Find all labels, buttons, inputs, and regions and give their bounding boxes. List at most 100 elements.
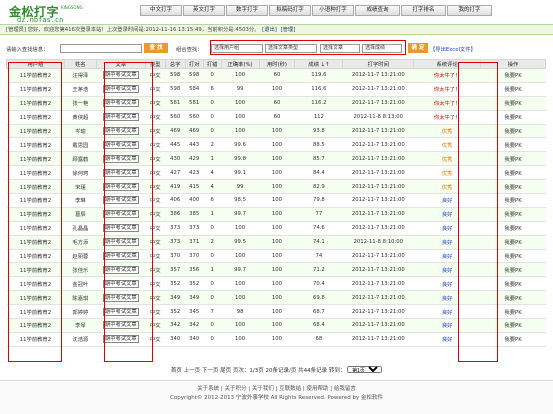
cell-total: 386 xyxy=(165,207,186,222)
cell-action[interactable]: 我要PK xyxy=(480,318,546,333)
table-row: 11学前教育2 王茅浩 期中考试文章 中文 598 584 6 99 100 116.6 2012-… xyxy=(6,82,546,97)
cell-correct: 342 xyxy=(185,318,204,333)
cell-accuracy: 99.1 xyxy=(221,165,260,181)
cell-name: 李琳 xyxy=(64,193,97,208)
cell-score: 68 xyxy=(294,332,343,347)
cell-time: 100 xyxy=(259,207,295,222)
cell-wrong: 0 xyxy=(203,318,222,333)
cell-article: 期中考试文章 xyxy=(96,96,146,111)
footer: 关于系统 | 关于积分 | 关于我们 | 互联数结 | 使用帮助 | 给我留言 … xyxy=(0,380,553,414)
cell-action[interactable]: 我要PK xyxy=(480,276,546,292)
nav-tab-minor-lang[interactable]: 小语种打字 xyxy=(312,5,354,16)
cell-correct: 443 xyxy=(185,137,204,153)
nav-tab-ranking[interactable]: 打字排名 xyxy=(401,5,446,16)
nav-tab-english[interactable]: 英文打字 xyxy=(183,5,225,16)
cell-wrong: 4 xyxy=(203,165,222,181)
page-jump-select[interactable]: 第1页 xyxy=(347,366,383,373)
cell-user-group: 11学前教育2 xyxy=(6,179,65,195)
cell-name: 毛方添 xyxy=(64,235,97,250)
site-logo[interactable]: 金松打字 KINGSONG dz.nbfas.cn xyxy=(9,3,129,25)
cell-action[interactable]: 我要PK xyxy=(480,207,546,222)
cell-action[interactable]: 我要PK xyxy=(480,221,546,236)
cell-article: 期中考试文章 xyxy=(96,221,146,236)
cell-wrong: 7 xyxy=(203,304,222,320)
cell-score: 77 xyxy=(294,207,343,222)
cell-article: 期中考试文章 xyxy=(96,165,146,181)
cell-action[interactable]: 我要PK xyxy=(480,262,546,278)
cell-action[interactable]: 我要PK xyxy=(480,68,546,83)
logout-link[interactable]: [退出] xyxy=(262,27,277,33)
cell-score: 68.7 xyxy=(294,304,343,320)
article-type-select[interactable]: 选择文章类型 xyxy=(265,44,317,53)
cell-type: 中文 xyxy=(145,124,166,139)
cell-comment: 你太牛了！ xyxy=(413,96,481,111)
export-excel-link[interactable]: 【导出Excel文件】 xyxy=(430,45,476,53)
cell-action[interactable]: 我要PK xyxy=(480,332,546,347)
search-input[interactable] xyxy=(60,44,142,53)
cell-action[interactable]: 我要PK xyxy=(480,290,546,306)
cell-time: 100 xyxy=(259,82,295,97)
cell-action[interactable]: 我要PK xyxy=(480,179,546,195)
cell-action[interactable]: 我要PK xyxy=(480,193,546,208)
search-button[interactable]: 查 找 xyxy=(144,43,168,53)
cell-action[interactable]: 我要PK xyxy=(480,304,546,320)
nav-tab-number[interactable]: 数字打字 xyxy=(226,5,268,16)
cell-total: 357 xyxy=(165,262,186,278)
nav-tab-draft-code[interactable]: 拟稿码打字 xyxy=(269,5,311,16)
cell-type: 中文 xyxy=(145,137,166,153)
cell-name: 王茅浩 xyxy=(64,82,97,97)
article-select[interactable]: 选择文章 xyxy=(320,44,360,53)
cell-action[interactable]: 我要PK xyxy=(480,82,546,97)
cell-correct: 581 xyxy=(185,96,204,111)
column-header: 打对 xyxy=(184,59,204,69)
cell-typing-time: 2012-11-7 13:21:00 xyxy=(342,290,414,306)
table-header-row: 用户组 姓名 文章 类型 总字 打对 打错 正确率(%) 用时(秒) 成绩 ↓↑ 打字时间 系统评论操… xyxy=(6,59,546,69)
cell-name: 赵丽蓉 xyxy=(64,249,97,264)
footer-links[interactable]: 关于系统 | 关于积分 | 关于我们 | 互联数结 | 使用帮助 | 给我留言 xyxy=(0,385,553,394)
cell-action[interactable]: 我要PK xyxy=(480,235,546,250)
cell-time: 100 xyxy=(259,276,295,292)
cell-action[interactable]: 我要PK xyxy=(480,165,546,181)
cell-correct: 400 xyxy=(185,193,204,208)
cell-action[interactable]: 我要PK xyxy=(480,96,546,111)
cell-wrong: 0 xyxy=(203,249,222,264)
cell-action[interactable]: 我要PK xyxy=(480,151,546,167)
cell-user-group: 11学前教育2 xyxy=(6,82,65,97)
cell-type: 中文 xyxy=(145,318,166,333)
cell-type: 中文 xyxy=(145,304,166,320)
cell-typing-time: 2012-11-7 13:21:00 xyxy=(342,207,414,222)
cell-user-group: 11学前教育2 xyxy=(6,249,65,264)
copyright: Copyright© 2012-2013 宁波外事学校 All Rights R… xyxy=(170,395,383,401)
manage-link[interactable]: [管理] xyxy=(281,27,296,33)
cell-article: 期中考试文章 xyxy=(96,82,146,97)
user-status-bar: [管理员] 您好，欢迎您第416次登录本站！上次登录时间是:2012-11-16… xyxy=(0,24,553,35)
cell-action[interactable]: 我要PK xyxy=(480,137,546,153)
cell-correct: 560 xyxy=(185,110,204,125)
article-tag: 期中考试文章 xyxy=(102,154,139,163)
confirm-button[interactable]: 确 定 xyxy=(408,43,428,53)
article-tag: 期中考试文章 xyxy=(102,224,139,233)
score-select[interactable]: 选择成绩 xyxy=(362,44,402,53)
cell-wrong: 0 xyxy=(203,290,222,306)
nav-tab-chinese[interactable]: 中文打字 xyxy=(140,5,182,16)
table-row: 11学前教育2 岑瑜 期中考试文章 中文 469 469 0 100 100 93.8 2012-1… xyxy=(6,124,546,139)
cell-article: 期中考试文章 xyxy=(96,318,146,333)
article-tag: 期中考试文章 xyxy=(102,307,139,316)
cell-name: 沈浩源 xyxy=(64,332,97,347)
cell-score: 70.4 xyxy=(294,276,343,292)
nav-tab-score-query[interactable]: 成绩查询 xyxy=(355,5,400,16)
cell-type: 中文 xyxy=(145,221,166,236)
cell-action[interactable]: 我要PK xyxy=(480,124,546,139)
column-header: 用时(秒) xyxy=(258,59,296,69)
cell-accuracy: 100 xyxy=(221,68,260,83)
table-row: 11学前教育2 宋瑾 期中考试文章 中文 419 415 4 99 100 82.9 2012-11… xyxy=(6,179,546,195)
cell-total: 349 xyxy=(165,290,186,306)
column-header[interactable]: 成绩 ↓↑ xyxy=(294,59,344,69)
cell-user-group: 11学前教育2 xyxy=(6,332,65,347)
table-row: 11学前教育2 孔晶晶 期中考试文章 中文 373 373 0 100 100 74.6 2012-… xyxy=(6,221,546,236)
nav-tab-my-typing[interactable]: 我的打字 xyxy=(447,5,492,16)
user-group-select[interactable]: 选择用户组 xyxy=(211,44,263,53)
cell-action[interactable]: 我要PK xyxy=(480,110,546,125)
cell-action[interactable]: 我要PK xyxy=(480,249,546,264)
cell-comment: 优秀 xyxy=(413,124,481,139)
